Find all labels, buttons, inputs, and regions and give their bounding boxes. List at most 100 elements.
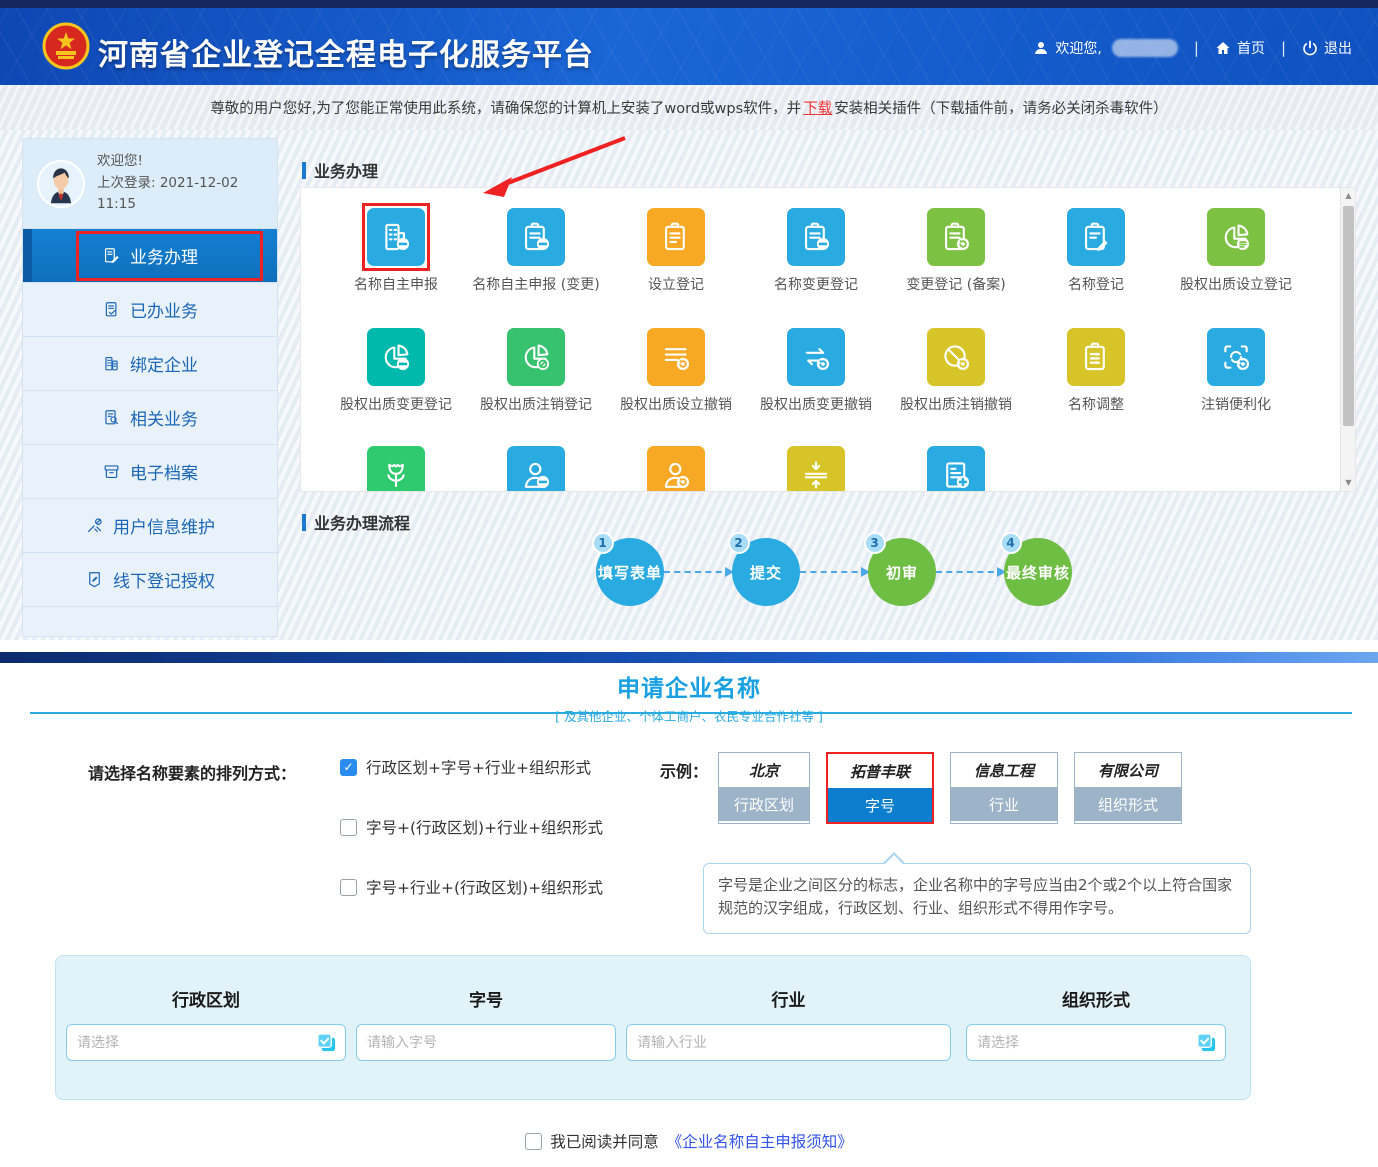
doc-check-icon xyxy=(102,300,121,319)
scroll-up-icon[interactable]: ▲ xyxy=(1341,188,1356,204)
tools-icon xyxy=(85,516,104,535)
home-button[interactable]: 首页 xyxy=(1215,38,1265,58)
sidebar-item[interactable]: 相关业务 xyxy=(23,391,277,445)
field-input-wrap xyxy=(356,1024,616,1061)
sidebar-item[interactable]: 业务办理 xyxy=(23,229,277,283)
tile-icon-box[interactable] xyxy=(927,328,985,386)
tile-icon-box[interactable] xyxy=(647,208,705,266)
example-tag: 行政区划 xyxy=(719,787,809,821)
archive-icon xyxy=(102,462,121,481)
flow-step-number: 1 xyxy=(592,532,614,554)
business-tile[interactable]: 股权出质设立登记 xyxy=(1166,208,1306,295)
field-input-wrap xyxy=(66,1024,346,1061)
example-box: 北京行政区划 xyxy=(718,752,810,824)
example-value: 有限公司 xyxy=(1075,753,1181,787)
business-tile[interactable] xyxy=(746,446,886,492)
tile-icon-box[interactable] xyxy=(927,208,985,266)
sidebar-item-label: 已办业务 xyxy=(130,297,198,322)
arrange-option[interactable]: 字号+(行政区划)+行业+组织形式 xyxy=(340,816,603,838)
picker-icon[interactable] xyxy=(1196,1032,1217,1053)
arrange-option[interactable]: 字号+行业+(行政区划)+组织形式 xyxy=(340,876,603,898)
business-tile[interactable]: 名称自主申报 (变更) xyxy=(466,208,606,295)
business-tile[interactable] xyxy=(326,446,466,492)
doc-search-icon xyxy=(102,408,121,427)
business-tile[interactable]: 注销便利化 xyxy=(1166,328,1306,415)
option-checkbox[interactable]: ✓ xyxy=(340,759,357,776)
example-box: 信息工程行业 xyxy=(950,752,1058,824)
option-checkbox[interactable] xyxy=(340,879,357,896)
picker-check-icon[interactable] xyxy=(1196,1032,1217,1053)
business-tile[interactable]: 名称自主申报 xyxy=(326,208,466,295)
picker-check-icon[interactable] xyxy=(316,1032,337,1053)
tile-label: 设立登记 xyxy=(610,275,742,295)
agree-checkbox[interactable] xyxy=(525,1133,542,1150)
business-tile[interactable]: 股权出质变更登记 xyxy=(326,328,466,415)
tile-icon-box[interactable] xyxy=(647,328,705,386)
agreement-notice-link[interactable]: 《企业名称自主申报须知》 xyxy=(667,1130,853,1152)
field-input[interactable] xyxy=(356,1024,616,1061)
arrange-option[interactable]: ✓行政区划+字号+行业+组织形式 xyxy=(340,756,603,778)
tile-icon-box[interactable] xyxy=(367,446,425,492)
sidebar-item[interactable]: 电子档案 xyxy=(23,445,277,499)
field-input[interactable] xyxy=(626,1024,951,1061)
business-tile[interactable]: 变更登记 (备案) xyxy=(886,208,1026,295)
business-tile[interactable]: 股权出质注销撤销 xyxy=(886,328,1026,415)
business-tile[interactable]: 设立登记 xyxy=(606,208,746,295)
logout-button[interactable]: 退出 xyxy=(1302,38,1352,58)
company-icon xyxy=(102,354,121,373)
tile-icon-box[interactable] xyxy=(1067,208,1125,266)
sidebar-item-label: 用户信息维护 xyxy=(113,513,215,538)
scroll-down-icon[interactable]: ▼ xyxy=(1341,475,1356,491)
tile-icon-box[interactable] xyxy=(507,446,565,492)
business-tile[interactable] xyxy=(466,446,606,492)
sidebar-menu: 业务办理已办业务绑定企业相关业务电子档案用户信息维护线下登记授权 xyxy=(23,229,277,607)
tile-icon-box[interactable] xyxy=(927,446,985,492)
welcome-user: 欢迎您, xyxy=(1033,38,1177,58)
example-box: 有限公司组织形式 xyxy=(1074,752,1182,824)
business-tile[interactable]: 名称变更登记 xyxy=(746,208,886,295)
sidebar-item[interactable]: 用户信息维护 xyxy=(23,499,277,553)
flow-step-number: 3 xyxy=(864,532,886,554)
pen-doc-icon xyxy=(102,246,121,265)
field-label: 组织形式 xyxy=(966,986,1226,1011)
business-tile[interactable]: 名称调整 xyxy=(1026,328,1166,415)
tile-label: 名称自主申报 (变更) xyxy=(470,275,602,295)
business-tile[interactable] xyxy=(886,446,1026,492)
title-divider xyxy=(30,712,1352,714)
field-input[interactable] xyxy=(66,1024,346,1061)
business-tile[interactable]: 名称登记 xyxy=(1026,208,1166,295)
tile-icon-box[interactable] xyxy=(1207,208,1265,266)
scan-arrow-icon xyxy=(1219,340,1253,374)
list-undo-icon xyxy=(659,340,693,374)
tile-icon-box[interactable] xyxy=(647,446,705,492)
last-login: 上次登录: 2021-12-02 11:15 xyxy=(97,173,263,216)
tile-icon-box[interactable] xyxy=(787,328,845,386)
business-tile[interactable]: 股权出质变更撤销 xyxy=(746,328,886,415)
name-fields-panel: 行政区划 字号 行业 组织形式 xyxy=(55,955,1251,1100)
tile-icon-box[interactable] xyxy=(787,446,845,492)
sidebar-item-label: 相关业务 xyxy=(130,405,198,430)
tile-icon-box[interactable] xyxy=(787,208,845,266)
tile-icon-box[interactable] xyxy=(367,208,425,266)
tiles-scrollbar[interactable]: ▲ ▼ xyxy=(1340,188,1355,491)
brand-name-tooltip: 字号是企业之间区分的标志，企业名称中的字号应当由2个或2个以上符合国家规范的汉字… xyxy=(703,863,1251,934)
tile-icon-box[interactable] xyxy=(507,208,565,266)
field-input[interactable] xyxy=(966,1024,1226,1061)
tile-icon-box[interactable] xyxy=(1207,328,1265,386)
sidebar-item[interactable]: 已办业务 xyxy=(23,283,277,337)
example-tag: 组织形式 xyxy=(1075,787,1181,821)
red-annotation-rect-tile xyxy=(362,203,430,271)
sidebar-item[interactable]: 线下登记授权 xyxy=(23,553,277,607)
sidebar-item[interactable]: 绑定企业 xyxy=(23,337,277,391)
download-plugin-link[interactable]: 下载 xyxy=(803,97,832,118)
tile-icon-box[interactable] xyxy=(1067,328,1125,386)
picker-icon[interactable] xyxy=(316,1032,337,1053)
tile-icon-box[interactable] xyxy=(507,328,565,386)
business-tile[interactable]: 股权出质设立撤销 xyxy=(606,328,746,415)
flow-step-number: 4 xyxy=(1000,532,1022,554)
tile-icon-box[interactable] xyxy=(367,328,425,386)
business-tile[interactable] xyxy=(606,446,746,492)
scrollbar-thumb[interactable] xyxy=(1343,206,1354,426)
business-tile[interactable]: 股权出质注销登记 xyxy=(466,328,606,415)
option-checkbox[interactable] xyxy=(340,819,357,836)
